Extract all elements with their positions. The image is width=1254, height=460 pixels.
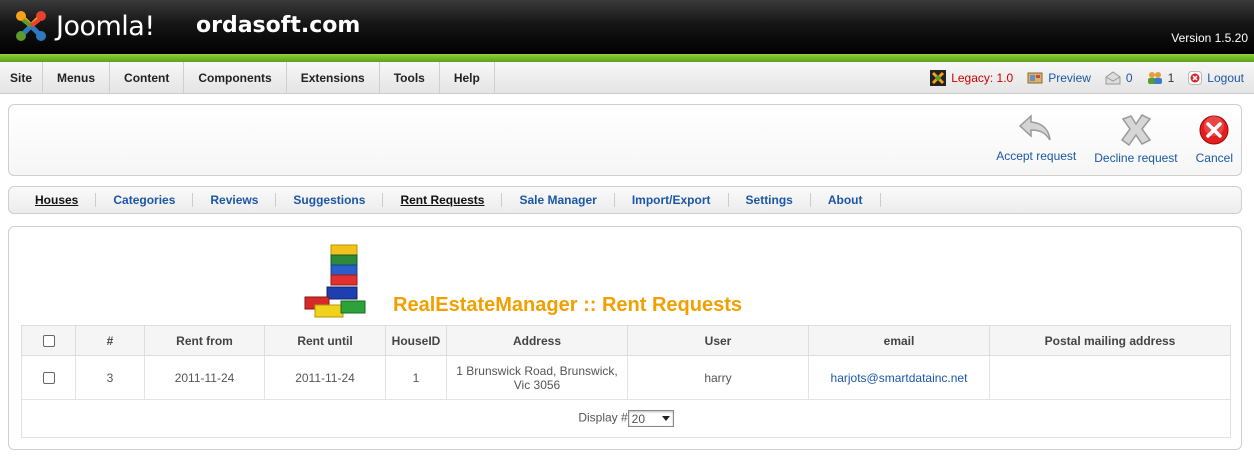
display-count-value: 20 xyxy=(631,411,646,426)
submenu-suggestions[interactable]: Suggestions xyxy=(276,193,384,207)
cell-address: 1 Brunswick Road, Brunswick, Vic 3056 xyxy=(446,355,628,400)
main-content: RealEstateManager :: Rent Requests # Ren… xyxy=(8,226,1242,450)
submenu-reviews[interactable]: Reviews xyxy=(193,193,277,207)
logout-icon xyxy=(1188,71,1203,85)
submenu-sale-manager[interactable]: Sale Manager xyxy=(502,193,615,207)
accept-request-label: Accept request xyxy=(996,149,1077,163)
col-postal-address: Postal mailing address xyxy=(989,325,1231,356)
logout-label[interactable]: Logout xyxy=(1207,71,1244,85)
col-rent-from: Rent from xyxy=(144,325,265,356)
cell-email: harjots@smartdatainc.net xyxy=(808,355,990,400)
menu-item-menus[interactable]: Menus xyxy=(43,62,111,94)
site-name: ordasoft.com xyxy=(196,13,361,38)
users-icon xyxy=(1147,72,1162,84)
table-header-row: # Rent from Rent until HouseID Address U… xyxy=(21,325,1231,356)
pagination-cell: Display #20 xyxy=(21,399,1231,438)
joomla-logo-icon xyxy=(16,11,46,41)
decline-request-button[interactable]: Decline request xyxy=(1094,113,1178,165)
submenu-import-export[interactable]: Import/Export xyxy=(615,193,729,207)
cell-user: harry xyxy=(627,355,809,400)
cancel-button[interactable]: Cancel xyxy=(1196,113,1233,165)
version-label: Version 1.5.20 xyxy=(1171,31,1248,45)
menu-item-extensions[interactable]: Extensions xyxy=(287,62,380,94)
users-count: 1 xyxy=(1167,71,1175,85)
header-bar: Joomla! ordasoft.com Version 1.5.20 xyxy=(0,0,1254,54)
row-select-cell[interactable] xyxy=(21,355,76,400)
status-bar: Legacy: 1.0 Preview 0 1 Logout xyxy=(916,62,1244,94)
preview-label[interactable]: Preview xyxy=(1048,71,1091,85)
header-accent-bar xyxy=(0,54,1254,62)
display-label: Display # xyxy=(578,410,628,425)
row-checkbox[interactable] xyxy=(42,372,55,385)
accept-request-button[interactable]: Accept request xyxy=(996,113,1076,165)
preview-link[interactable]: Preview xyxy=(1027,71,1091,85)
messages-link[interactable]: 0 xyxy=(1105,71,1133,85)
cancel-label: Cancel xyxy=(1195,151,1233,165)
decline-request-label: Decline request xyxy=(1094,151,1178,165)
bricks-logo xyxy=(304,244,366,318)
col-rent-until: Rent until xyxy=(264,325,386,356)
col-email: email xyxy=(808,325,990,356)
menu-item-tools[interactable]: Tools xyxy=(380,62,440,94)
table-row: 3 2011-11-24 2011-11-24 1 1 Brunswick Ro… xyxy=(21,355,1231,400)
cell-rent-from: 2011-11-24 xyxy=(144,355,265,400)
col-house-id: HouseID xyxy=(385,325,447,356)
toolbar-panel: Accept request Decline request Cancel xyxy=(8,104,1242,176)
menu-item-help[interactable]: Help xyxy=(440,62,495,94)
select-all-header[interactable] xyxy=(21,325,76,356)
submenu-rent-requests[interactable]: Rent Requests xyxy=(383,193,503,207)
legacy-icon xyxy=(930,70,947,86)
menu-item-components[interactable]: Components xyxy=(184,62,287,94)
menu-item-content[interactable]: Content xyxy=(110,62,185,94)
chevron-down-icon xyxy=(661,416,670,421)
rent-requests-table: # Rent from Rent until HouseID Address U… xyxy=(21,325,1231,438)
accept-arrow-icon xyxy=(1019,114,1051,141)
messages-count[interactable]: 0 xyxy=(1126,71,1133,85)
cell-rent-until: 2011-11-24 xyxy=(264,355,386,400)
logo-text: Joomla! xyxy=(56,10,155,42)
decline-x-icon xyxy=(1120,114,1152,147)
select-all-checkbox[interactable] xyxy=(42,335,55,348)
col-number: # xyxy=(75,325,145,356)
cancel-icon xyxy=(1199,115,1229,145)
menu-item-site[interactable]: Site xyxy=(0,62,44,94)
joomla-logo: Joomla! xyxy=(12,8,155,44)
pagination-row: Display #20 xyxy=(21,399,1231,438)
col-user: User xyxy=(627,325,809,356)
submenu-categories[interactable]: Categories xyxy=(96,193,194,207)
component-submenu: Houses Categories Reviews Suggestions Re… xyxy=(8,186,1242,214)
submenu-about[interactable]: About xyxy=(811,193,881,207)
messages-icon xyxy=(1105,71,1121,85)
page-title: RealEstateManager :: Rent Requests xyxy=(393,294,742,316)
cell-number: 3 xyxy=(75,355,145,400)
preview-icon xyxy=(1027,72,1043,84)
users-online: 1 xyxy=(1147,71,1175,85)
legacy-label: Legacy: 1.0 xyxy=(951,71,1014,85)
legacy-status: Legacy: 1.0 xyxy=(930,70,1013,86)
admin-menu-bar: Site Menus Content Components Extensions… xyxy=(0,62,1254,94)
cell-postal-address xyxy=(989,355,1231,400)
cell-house-id: 1 xyxy=(385,355,447,400)
email-link[interactable]: harjots@smartdatainc.net xyxy=(831,371,968,385)
submenu-settings[interactable]: Settings xyxy=(729,193,811,207)
display-count-select[interactable]: 20 xyxy=(627,410,674,427)
logout-link[interactable]: Logout xyxy=(1188,71,1244,85)
col-address: Address xyxy=(446,325,628,356)
submenu-houses[interactable]: Houses xyxy=(27,193,97,207)
